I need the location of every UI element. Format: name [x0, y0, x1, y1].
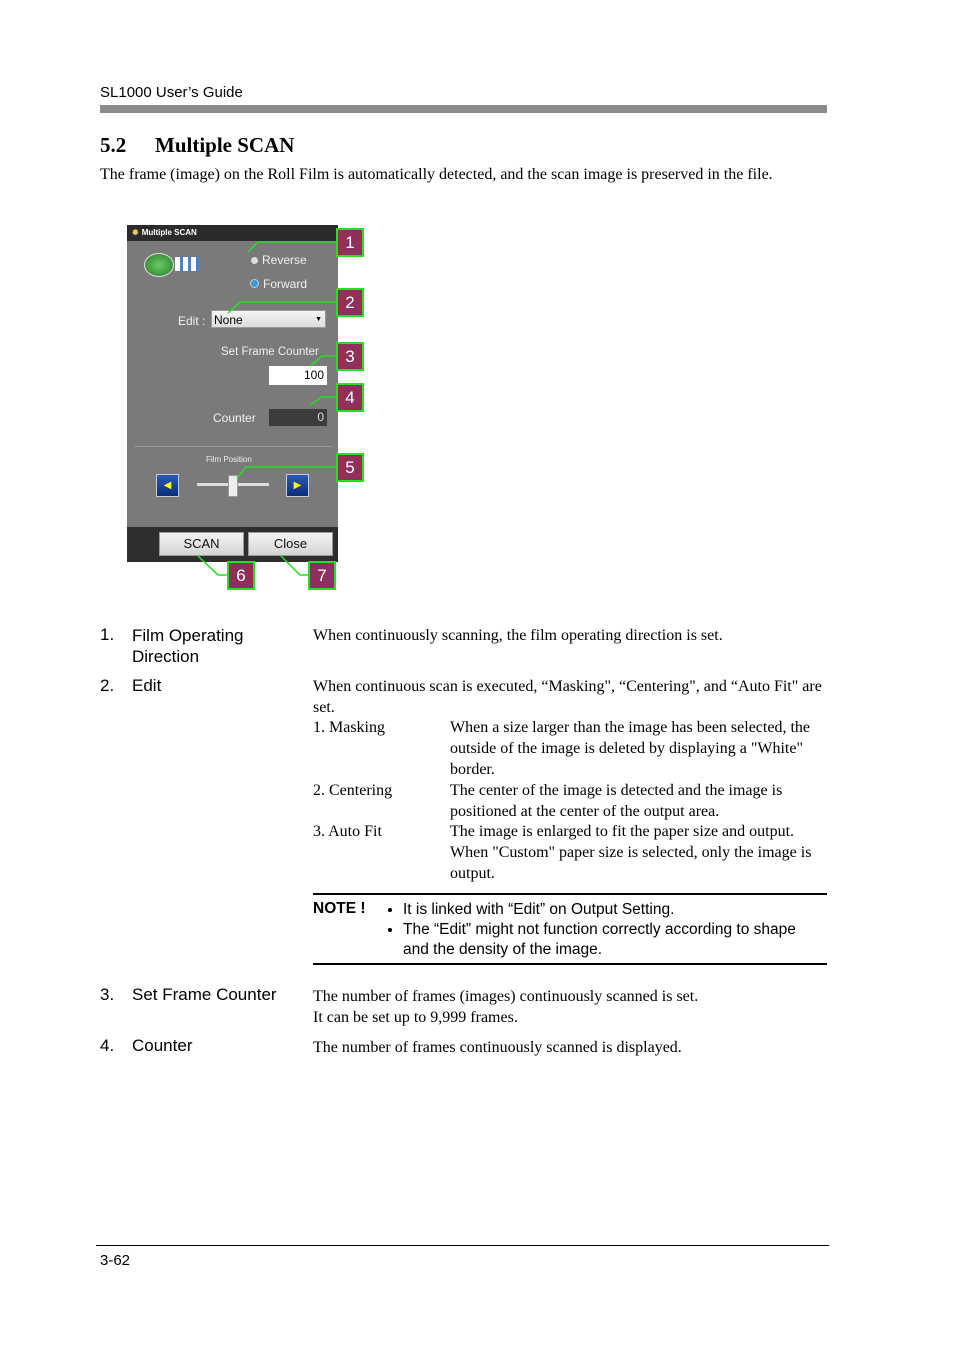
sub-item-description: The center of the image is detected and … [450, 782, 783, 820]
callout-7: 7 [308, 561, 336, 590]
callout-5: 5 [336, 453, 364, 482]
note-list: It is linked with “Edit” on Output Setti… [385, 900, 823, 960]
sub-item-name: 1. Masking [313, 719, 385, 736]
note-bullet: The “Edit” might not function correctly … [403, 920, 823, 960]
item-description: When continuous scan is executed, “Maski… [313, 678, 822, 716]
sub-item-description: The image is enlarged to fit the paper s… [450, 823, 812, 882]
item-number: 1. [100, 625, 115, 644]
note-label: NOTE ! [313, 900, 366, 917]
footer-rule [96, 1245, 829, 1246]
item-label: Film Operating Direction [132, 626, 244, 666]
item-description-2: It can be set up to 9,999 frames. [313, 1009, 518, 1026]
callout-4: 4 [336, 383, 364, 412]
callout-6: 6 [227, 561, 255, 590]
callout-1: 1 [336, 228, 364, 257]
callout-leaders [197, 241, 336, 576]
sub-item-name: 3. Auto Fit [313, 823, 382, 840]
item-number: 4. [100, 1036, 115, 1055]
item-label: Counter [132, 1036, 193, 1055]
sub-item-name: 2. Centering [313, 782, 393, 799]
document-page: SL1000 User’s Guide 5.2 Multiple SCAN The… [0, 0, 954, 1350]
note-top-rule [313, 893, 827, 895]
item-number: 3. [100, 985, 115, 1004]
page-number: 3-62 [100, 1252, 131, 1269]
note-bullet: It is linked with “Edit” on Output Setti… [403, 900, 823, 920]
callout-3: 3 [336, 342, 364, 371]
item-description: The number of frames continuously scanne… [313, 1039, 682, 1056]
item-label: Edit [132, 676, 162, 695]
callout-2: 2 [336, 288, 364, 317]
sub-item-description: When a size larger than the image has be… [450, 719, 810, 778]
item-description: When continuously scanning, the film ope… [313, 627, 723, 644]
item-description: The number of frames (images) continuous… [313, 988, 699, 1005]
note-bottom-rule [313, 963, 827, 965]
item-number: 2. [100, 676, 115, 695]
item-label: Set Frame Counter [132, 985, 277, 1004]
